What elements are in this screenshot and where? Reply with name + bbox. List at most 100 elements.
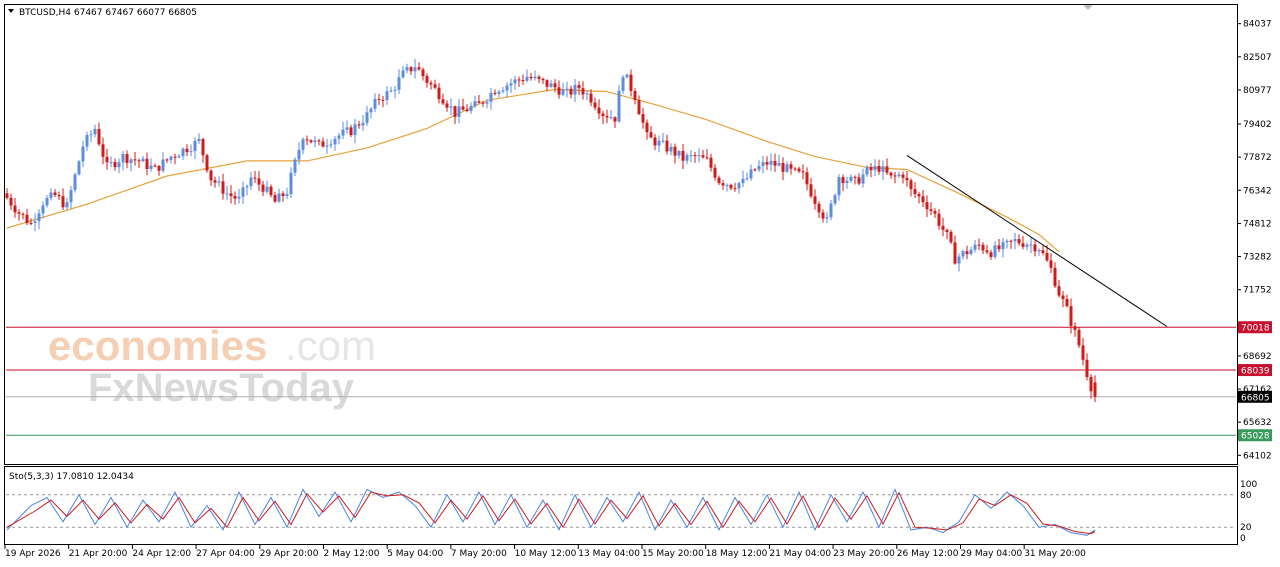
- candle-body: [9, 197, 13, 206]
- candle-body: [681, 150, 685, 161]
- candle-body: [313, 140, 317, 143]
- candle-body: [37, 213, 41, 222]
- candle-body: [629, 74, 633, 91]
- candle-body: [393, 89, 397, 91]
- candle-body: [757, 165, 761, 170]
- candle-body: [965, 251, 969, 255]
- candle-body: [533, 76, 537, 79]
- x-tick-label: 21 Apr 20:00: [69, 549, 128, 559]
- candle-body: [833, 195, 837, 204]
- candle-body: [1053, 267, 1057, 287]
- candle-body: [969, 249, 973, 255]
- price-label-68039: 68039: [1241, 367, 1270, 377]
- candle-body: [753, 169, 757, 171]
- x-tick-label: 29 Apr 20:00: [260, 549, 319, 559]
- candle-body: [725, 184, 729, 186]
- candle-body: [421, 69, 425, 77]
- x-tick-label: 13 May 04:00: [578, 549, 640, 559]
- candle-body: [461, 106, 465, 110]
- candle-body: [153, 165, 157, 167]
- y-tick-label: 71752: [1243, 286, 1272, 296]
- candle-body: [437, 87, 441, 100]
- candle-body: [197, 139, 201, 141]
- candle-body: [621, 77, 625, 91]
- candle-body: [613, 117, 617, 122]
- candle-body: [101, 144, 105, 157]
- candle-body: [1061, 295, 1065, 300]
- candle-body: [305, 139, 309, 141]
- x-tick-label: 31 May 20:00: [1024, 549, 1086, 559]
- candle-body: [277, 193, 281, 202]
- candle-body: [881, 166, 885, 172]
- candle-body: [509, 83, 513, 86]
- candle-body: [673, 146, 677, 156]
- candle-body: [225, 193, 229, 195]
- candle-body: [1077, 329, 1081, 346]
- candle-body: [937, 213, 941, 226]
- candle-body: [373, 98, 377, 109]
- candle-body: [569, 88, 573, 95]
- candle-body: [341, 129, 345, 136]
- candle-body: [233, 195, 237, 199]
- stoch-plot-frame: [4, 466, 1238, 545]
- x-tick-label: 21 May 04:00: [769, 549, 831, 559]
- candle-body: [29, 222, 33, 224]
- candle-body: [749, 169, 753, 179]
- candle-body: [469, 106, 473, 111]
- candle-body: [897, 174, 901, 176]
- candle-body: [945, 229, 949, 232]
- candle-body: [885, 166, 889, 173]
- candle-body: [97, 128, 101, 145]
- candle-body: [933, 211, 937, 214]
- candle-body: [701, 155, 705, 158]
- candle-body: [721, 183, 725, 186]
- candle-body: [565, 88, 569, 90]
- candle-body: [413, 67, 417, 72]
- candle-body: [53, 192, 57, 196]
- candle-body: [517, 79, 521, 81]
- stoch-label: Sto(5,3,3) 17.0810 12.0434: [9, 472, 134, 482]
- candle-body: [221, 181, 225, 194]
- candle-body: [893, 175, 897, 177]
- candle-body: [837, 177, 841, 196]
- candle-body: [361, 122, 365, 126]
- candle-body: [317, 140, 321, 142]
- candle-body: [637, 100, 641, 115]
- candle-body: [829, 203, 833, 218]
- candle-body: [161, 159, 165, 171]
- candle-body: [793, 168, 797, 170]
- candle-body: [449, 106, 453, 108]
- candle-body: [429, 82, 433, 85]
- candle-body: [145, 158, 149, 169]
- candle-body: [73, 174, 77, 191]
- candle-body: [109, 161, 113, 163]
- y-tick-label: 82507: [1243, 53, 1272, 63]
- x-tick-label: 2 May 12:00: [324, 549, 380, 559]
- candle-body: [685, 155, 689, 161]
- candle-body: [477, 101, 481, 103]
- candle-body: [93, 128, 97, 135]
- candle-body: [249, 177, 253, 187]
- candle-body: [545, 80, 549, 87]
- candle-body: [457, 106, 461, 117]
- candle-body: [41, 205, 45, 214]
- candle-body: [5, 193, 9, 198]
- y-tick-label: 73282: [1243, 253, 1272, 263]
- candle-body: [45, 197, 49, 206]
- candle-body: [157, 165, 161, 171]
- candle-body: [493, 92, 497, 94]
- candle-body: [521, 80, 525, 82]
- candle-body: [141, 158, 145, 162]
- candle-body: [1049, 260, 1053, 268]
- candle-body: [25, 214, 29, 223]
- x-tick-label: 5 May 04:00: [387, 549, 443, 559]
- candle-body: [1089, 376, 1093, 392]
- x-tick-label: 19 Apr 2026: [5, 549, 61, 559]
- candle-body: [253, 177, 257, 179]
- x-tick-label: 7 May 20:00: [451, 549, 507, 559]
- candle-body: [1001, 242, 1005, 250]
- candle-body: [761, 162, 765, 166]
- candle-body: [737, 183, 741, 189]
- candle-body: [69, 190, 73, 203]
- candle-body: [1073, 326, 1077, 330]
